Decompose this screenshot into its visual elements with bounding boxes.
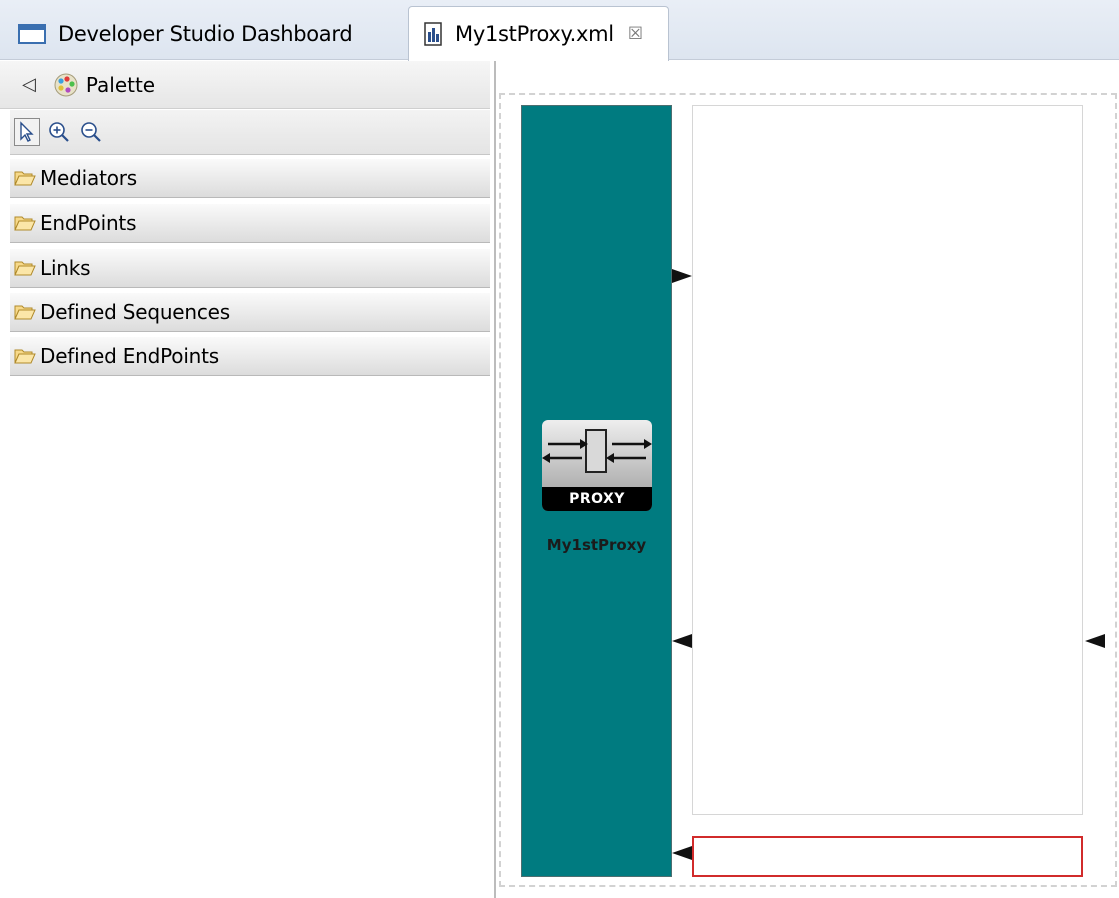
fault-sequence-input-connector[interactable] (672, 846, 692, 860)
drawer-label: EndPoints (40, 211, 137, 235)
drawer-defined-endpoints[interactable]: Defined EndPoints (10, 336, 490, 376)
proxy-badge: PROXY (542, 487, 652, 511)
tab-my1stproxy-xml[interactable]: My1stProxy.xml ☒ (408, 6, 669, 61)
folder-icon (14, 169, 36, 187)
collapse-palette-icon[interactable]: ◁ (22, 74, 36, 95)
zoom-in-icon[interactable] (46, 118, 72, 146)
tab-label: My1stProxy.xml (455, 22, 614, 46)
tab-label: Developer Studio Dashboard (58, 22, 353, 46)
drawer-label: Links (40, 256, 91, 280)
folder-icon (14, 303, 36, 321)
out-sequence-input-connector[interactable] (672, 634, 692, 648)
fault-sequence-area[interactable] (692, 836, 1083, 877)
folder-icon (14, 347, 36, 365)
drawer-links[interactable]: Links (10, 248, 490, 288)
select-tool-icon[interactable] (14, 118, 40, 146)
folder-icon (14, 214, 36, 232)
in-sequence-area[interactable] (692, 105, 1083, 815)
in-sequence-output-connector[interactable] (672, 269, 692, 283)
palette-toolbar (10, 110, 490, 155)
window-icon (18, 23, 46, 45)
editor-tab-bar: Developer Studio Dashboard My1stProxy.xm… (0, 0, 1119, 61)
palette-sash[interactable] (494, 61, 496, 898)
palette-panel: ◁ Palette Mediators EndPoints Links Defi… (0, 61, 490, 898)
drawer-mediators[interactable]: Mediators (10, 158, 490, 198)
proxy-name-label: My1stProxy (546, 536, 647, 554)
design-canvas[interactable]: PROXY My1stProxy (497, 61, 1119, 898)
close-icon[interactable]: ☒ (628, 24, 643, 44)
drawer-label: Defined Sequences (40, 300, 231, 324)
palette-header: ◁ Palette (0, 61, 490, 109)
palette-title: Palette (85, 72, 156, 97)
drawer-label: Mediators (40, 166, 137, 190)
proxy-icon[interactable]: PROXY (542, 420, 652, 511)
tab-developer-studio-dashboard[interactable]: Developer Studio Dashboard (0, 8, 405, 60)
palette-icon (54, 73, 78, 97)
drawer-endpoints[interactable]: EndPoints (10, 203, 490, 243)
out-sequence-end-connector[interactable] (1085, 634, 1105, 648)
drawer-label: Defined EndPoints (40, 344, 220, 368)
xml-file-icon (423, 22, 443, 46)
folder-icon (14, 259, 36, 277)
zoom-out-icon[interactable] (78, 118, 104, 146)
drawer-defined-sequences[interactable]: Defined Sequences (10, 292, 490, 332)
